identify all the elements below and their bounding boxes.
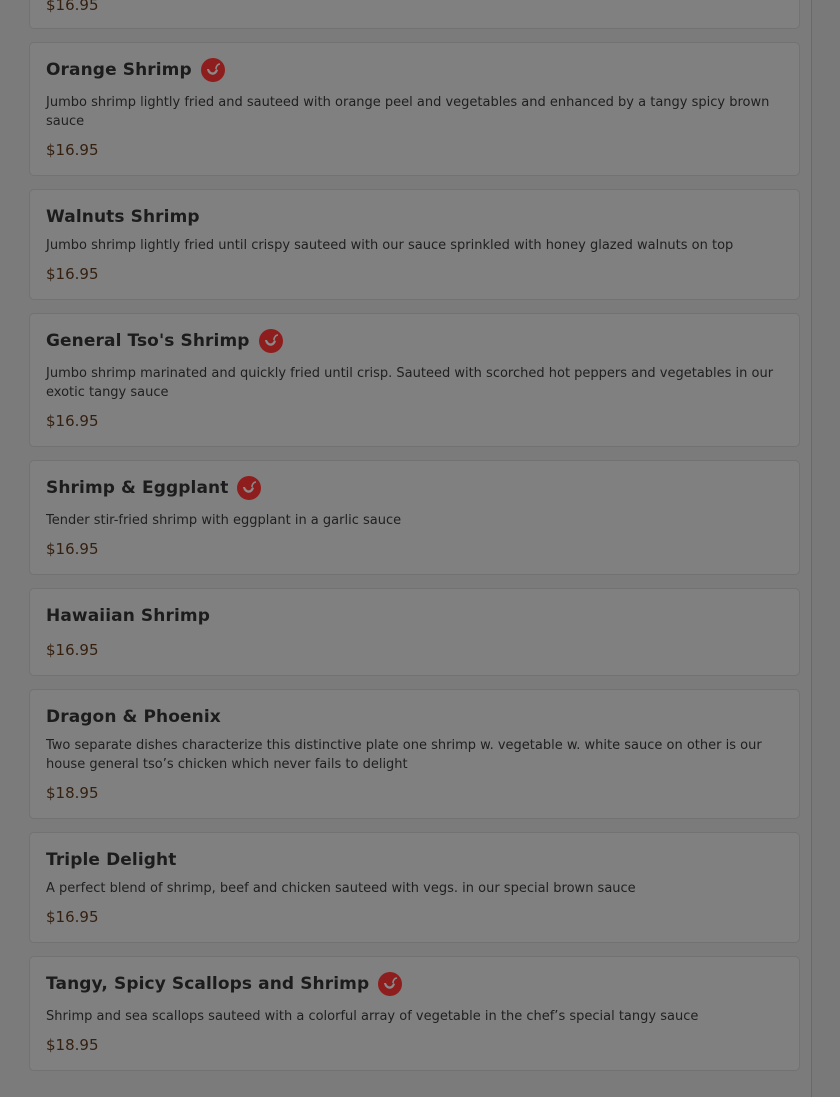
menu-item-card[interactable]: Triple Delight A perfect blend of shrimp… bbox=[29, 832, 800, 943]
menu-item-name: Orange Shrimp bbox=[46, 60, 192, 80]
menu-item-price: $16.95 bbox=[46, 641, 99, 659]
menu-item-price: $16.95 bbox=[46, 908, 99, 926]
menu-item-description: Tender stir-fried shrimp with eggplant i… bbox=[46, 513, 402, 528]
chili-pepper-icon bbox=[258, 329, 283, 353]
menu-item-description: Shrimp and sea scallops sauteed with a c… bbox=[46, 1009, 699, 1024]
menu-item-description: Jumbo shrimp lightly fried until crispy … bbox=[46, 238, 734, 253]
menu-item-name: Dragon & Phoenix bbox=[46, 707, 221, 727]
menu-item-name: Tangy, Spicy Scallops and Shrimp bbox=[46, 974, 370, 994]
menu-item-price: $18.95 bbox=[46, 1036, 99, 1054]
menu-item-list: $16.95 Orange Shrimp Jumbo shrimp lightl… bbox=[29, 0, 800, 1084]
menu-item-price: $16.95 bbox=[46, 265, 99, 283]
menu-item-price: $16.95 bbox=[46, 412, 99, 430]
scrollbar[interactable] bbox=[811, 0, 840, 1097]
menu-item-price: $16.95 bbox=[46, 540, 99, 558]
menu-item-card[interactable]: Tangy, Spicy Scallops and Shrimp Shrimp … bbox=[29, 956, 800, 1071]
menu-item-description: A perfect blend of shrimp, beef and chic… bbox=[46, 881, 636, 896]
menu-item-card[interactable]: Orange Shrimp Jumbo shrimp lightly fried… bbox=[29, 42, 800, 176]
chili-pepper-icon bbox=[237, 476, 262, 500]
menu-scroll-area[interactable]: $16.95 Orange Shrimp Jumbo shrimp lightl… bbox=[0, 0, 811, 1097]
chili-pepper-icon bbox=[200, 58, 225, 82]
menu-item-price: $16.95 bbox=[46, 0, 99, 14]
chili-pepper-icon bbox=[378, 972, 403, 996]
menu-item-description: Jumbo shrimp marinated and quickly fried… bbox=[46, 366, 774, 400]
menu-item-card[interactable]: Hawaiian Shrimp $16.95 bbox=[29, 588, 800, 676]
menu-item-card[interactable]: Dragon & Phoenix Two separate dishes cha… bbox=[29, 689, 800, 819]
menu-item-name: General Tso's Shrimp bbox=[46, 331, 250, 351]
menu-item-card[interactable]: Shrimp & Eggplant Tender stir-fried shri… bbox=[29, 460, 800, 575]
menu-item-price: $16.95 bbox=[46, 141, 99, 159]
menu-item-price: $18.95 bbox=[46, 784, 99, 802]
menu-item-name: Walnuts Shrimp bbox=[46, 207, 200, 227]
menu-item-card[interactable]: Walnuts Shrimp Jumbo shrimp lightly frie… bbox=[29, 189, 800, 300]
menu-item-name: Shrimp & Eggplant bbox=[46, 478, 229, 498]
menu-item-description: Two separate dishes characterize this di… bbox=[46, 738, 762, 772]
menu-item-description: Jumbo shrimp lightly fried and sauteed w… bbox=[46, 95, 770, 129]
menu-item-card[interactable]: $16.95 bbox=[29, 0, 800, 29]
menu-item-name: Triple Delight bbox=[46, 850, 177, 870]
menu-item-name: Hawaiian Shrimp bbox=[46, 606, 210, 626]
menu-item-card[interactable]: General Tso's Shrimp Jumbo shrimp marina… bbox=[29, 313, 800, 447]
